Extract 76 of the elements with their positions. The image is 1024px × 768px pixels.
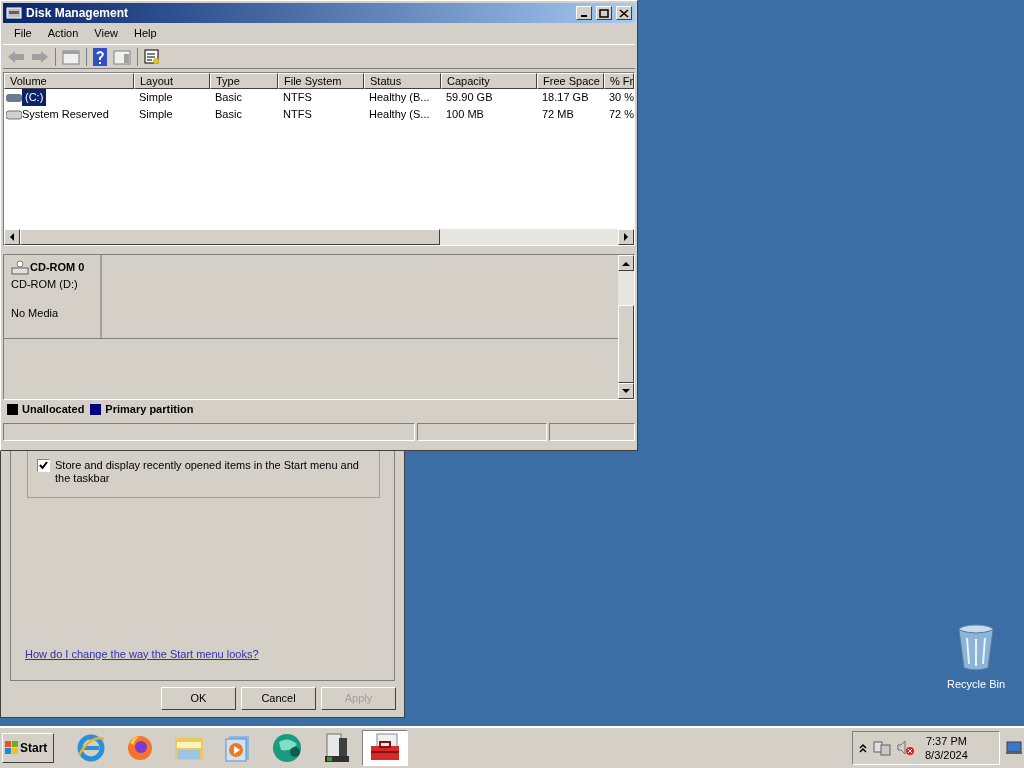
disk-volume: CD-ROM (D:) [11, 276, 79, 292]
table-cell-text: 72 % [608, 107, 634, 123]
disk-app-icon [6, 5, 22, 21]
legend-label: Primary partition [105, 401, 194, 417]
fox-browser-icon [125, 733, 155, 763]
check-icon [39, 461, 48, 470]
down-arrow-icon [622, 388, 630, 394]
help-link[interactable]: How do I change the way the Start menu looks? [25, 645, 259, 662]
dialog-button[interactable]: OK [161, 687, 236, 710]
table-cell-text: Basic [214, 90, 243, 106]
scroll-thumb[interactable] [618, 305, 634, 383]
table-cell-text: 100 MB [445, 107, 485, 123]
table-cell-text: Simple [138, 90, 174, 106]
checkbox-label: Store and display recently opened items in the Start menu and the taskbar [55, 459, 360, 485]
table-cell-text: 30 % [608, 90, 634, 106]
desktop-icon-label[interactable]: Recycle Bin [946, 676, 1006, 693]
properties-icon[interactable] [144, 48, 160, 65]
start-button[interactable]: Start [2, 733, 54, 763]
checkbox[interactable] [37, 459, 50, 472]
menu-item[interactable]: Action [39, 25, 87, 42]
table-cell-text: Simple [138, 107, 174, 123]
taskbar-button[interactable] [362, 730, 408, 766]
column-header[interactable]: Capacity [441, 73, 537, 89]
column-header[interactable]: Layout [134, 73, 210, 89]
table-cell-text: NTFS [282, 107, 313, 123]
table-cell[interactable]: System Reserved [22, 106, 109, 123]
column-header[interactable]: File System [278, 73, 364, 89]
column-header[interactable]: Type [210, 73, 278, 89]
scroll-thumb[interactable] [20, 229, 440, 245]
right-arrow-icon [623, 233, 629, 241]
window-title: Disk Management [26, 5, 130, 22]
table-cell-text: Basic [214, 107, 243, 123]
table-cell-text: Healthy (S... [368, 107, 431, 123]
minimize-icon [581, 15, 587, 17]
windows-logo-icon [5, 741, 19, 755]
recycle-bin-icon[interactable] [957, 624, 995, 672]
column-header[interactable]: Status [364, 73, 441, 89]
column-header[interactable]: Free Space [537, 73, 604, 89]
disk-label-panel[interactable]: CD-ROM 0 CD-ROM (D:) No Media [4, 255, 102, 338]
chevron-up-icon[interactable] [859, 743, 867, 753]
column-header[interactable]: Volume [4, 73, 134, 89]
drive-icon [6, 109, 22, 120]
minimize-button[interactable] [576, 6, 592, 20]
up-arrow-icon [622, 260, 630, 266]
left-arrow-icon [9, 233, 15, 241]
disk-status: No Media [11, 306, 60, 321]
table-cell[interactable]: (C:) [22, 89, 47, 106]
menu-item[interactable]: Help [125, 25, 165, 42]
horizontal-scrollbar[interactable] [4, 229, 634, 245]
dialog-button[interactable]: Cancel [241, 687, 316, 710]
table-cell-text: 59.90 GB [445, 90, 494, 106]
globe-icon [271, 732, 303, 764]
help-icon[interactable] [93, 47, 107, 66]
table-cell-text: NTFS [282, 90, 313, 106]
close-button[interactable] [616, 6, 632, 20]
show-desktop-icon[interactable] [1006, 741, 1022, 755]
clock-time[interactable]: 7:37 PM [925, 734, 967, 748]
cd-drive-icon [11, 259, 29, 276]
maximize-button[interactable] [596, 6, 612, 20]
network-icon[interactable] [873, 740, 891, 756]
close-icon [619, 8, 629, 18]
media-player-icon [224, 733, 252, 763]
browser-e-icon [76, 733, 106, 763]
menu-item[interactable]: File [6, 25, 40, 42]
disk-name: CD-ROM 0 [30, 260, 85, 275]
table-cell-text: 18.17 GB [541, 90, 590, 106]
maximize-icon [599, 8, 609, 18]
drive-icon [6, 92, 22, 103]
muted-speaker-icon[interactable] [897, 740, 915, 756]
column-header[interactable]: % Fr [604, 73, 634, 89]
menu-item[interactable]: View [86, 25, 126, 42]
table-cell-text: Healthy (B... [368, 90, 431, 106]
vertical-scrollbar[interactable] [618, 255, 634, 399]
legend-label: Unallocated [22, 401, 85, 417]
table-cell-text: 72 MB [541, 107, 575, 123]
clock-date[interactable]: 8/3/2024 [925, 748, 968, 762]
